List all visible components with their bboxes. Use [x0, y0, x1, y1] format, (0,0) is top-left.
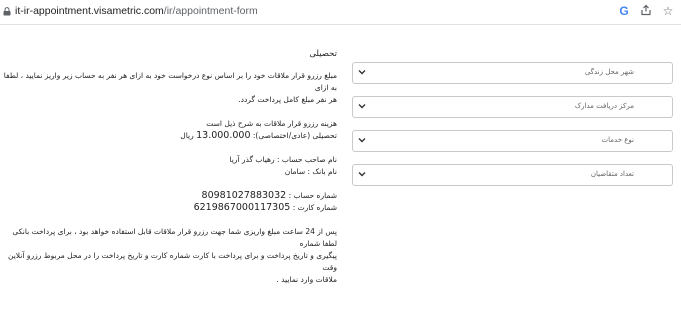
applicants-count-select-label: تعداد متقاضیان — [590, 170, 634, 178]
note-line2: پیگیری و تاریخ پرداخت و برای پرداخت با ک… — [8, 251, 337, 272]
appointment-form-selects: شهر محل زندگی مرکز دریافت مدارک نوع خدما… — [352, 62, 673, 198]
fee-amount: 13.000.000 — [196, 130, 251, 141]
document-center-select[interactable]: مرکز دریافت مدارک — [352, 96, 673, 118]
chevron-down-icon — [358, 104, 366, 109]
payment-info: تحصیلی مبلغ رزرو قرار ملاقات خود را بر ا… — [1, 48, 337, 286]
chevron-down-icon — [358, 172, 366, 177]
url-path: /ir/appointment-form — [163, 5, 258, 17]
city-select-label: شهر محل زندگی — [584, 68, 634, 76]
city-select[interactable]: شهر محل زندگی — [352, 62, 673, 84]
applicants-count-select[interactable]: تعداد متقاضیان — [352, 164, 673, 186]
document-center-select-label: مرکز دریافت مدارک — [574, 102, 634, 110]
service-type-select-label: نوع خدمات — [601, 136, 634, 144]
browser-toolbar: G ☆ — [617, 4, 675, 18]
fee-unit: ریال — [180, 131, 194, 140]
service-type-select[interactable]: نوع خدمات — [352, 130, 673, 152]
google-icon[interactable]: G — [617, 4, 631, 18]
card-number: 6219867000117305 — [193, 202, 291, 213]
address-bar[interactable]: it-ir-appointment.visametric.com/ir/appo… — [0, 0, 681, 25]
account-number: 80981027883032 — [201, 190, 287, 201]
url-text[interactable]: it-ir-appointment.visametric.com/ir/appo… — [15, 5, 258, 17]
lock-icon[interactable] — [3, 7, 11, 16]
info-title: تحصیلی — [309, 49, 337, 59]
card-number-line: 6219867000117305 : شماره کارت — [1, 202, 337, 214]
fee-heading: هزینه رزرو قرار ملاقات به شرح ذیل است — [206, 119, 337, 128]
payment-instruction-line1: مبلغ رزرو قرار ملاقات خود را بر اساس نوع… — [3, 71, 337, 92]
fee-line: تحصیلی (عادی/اختصاصی): 13.000.000 ریال — [1, 130, 337, 142]
share-icon[interactable] — [639, 4, 653, 18]
payment-instruction-line2: هر نفر مبلغ کامل پرداخت گردد. — [238, 95, 337, 104]
account-holder: نام صاحب حساب : رهیاب گذر آریا — [229, 155, 337, 164]
account-number-label: شماره حساب : — [288, 191, 337, 200]
card-number-label: : شماره کارت — [292, 203, 337, 212]
url-domain: it-ir-appointment.visametric.com — [15, 5, 164, 17]
bank-name: نام بانک : سامان — [284, 167, 337, 176]
note-line3: ملاقات وارد نمایید . — [276, 275, 337, 284]
chevron-down-icon — [358, 138, 366, 143]
star-icon[interactable]: ☆ — [661, 4, 675, 18]
account-number-line: شماره حساب : 80981027883032 — [1, 190, 337, 202]
note-line1: پس از 24 ساعت مبلغ واریزی شما جهت رزرو ق… — [12, 227, 337, 248]
fee-label: تحصیلی (عادی/اختصاصی): — [252, 131, 337, 140]
chevron-down-icon — [358, 70, 366, 75]
